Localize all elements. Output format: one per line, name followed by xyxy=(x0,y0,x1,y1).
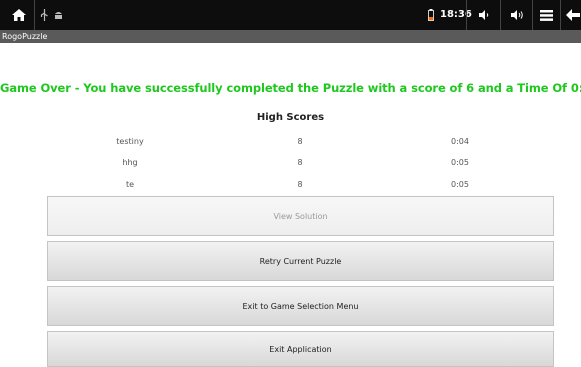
table-row: te 8 0:05 xyxy=(0,180,581,194)
player-time: 0:05 xyxy=(451,158,469,167)
usb-icon xyxy=(38,0,50,30)
player-score: 8 xyxy=(297,137,303,146)
player-score: 8 xyxy=(297,158,303,167)
status-bar: 18:36 xyxy=(0,0,581,30)
game-over-message: Game Over - You have successfully comple… xyxy=(0,81,581,95)
player-name: hhg xyxy=(122,158,138,167)
back-icon[interactable] xyxy=(564,0,581,30)
high-scores-title: High Scores xyxy=(256,112,325,123)
app-title-bar: RogoPuzzle xyxy=(0,30,581,43)
exit-to-menu-button[interactable]: Exit to Game Selection Menu xyxy=(47,286,554,326)
player-name: testiny xyxy=(116,137,144,146)
table-row: hhg 8 0:05 xyxy=(0,158,581,172)
player-name: te xyxy=(125,180,135,189)
android-debug-icon xyxy=(52,0,64,30)
exit-application-button[interactable]: Exit Application xyxy=(47,331,554,367)
volume-down-icon[interactable] xyxy=(472,0,496,30)
battery-low-icon xyxy=(426,0,436,30)
app-title: RogoPuzzle xyxy=(2,32,48,41)
home-icon[interactable] xyxy=(8,0,30,30)
player-time: 0:04 xyxy=(451,137,469,146)
retry-puzzle-button[interactable]: Retry Current Puzzle xyxy=(47,241,554,281)
menu-icon[interactable] xyxy=(536,0,556,30)
view-solution-button[interactable]: View Solution xyxy=(47,196,554,236)
player-time: 0:05 xyxy=(451,180,469,189)
player-score: 8 xyxy=(297,180,303,189)
volume-up-icon[interactable] xyxy=(504,0,530,30)
table-row: testiny 8 0:04 xyxy=(0,137,581,151)
status-clock: 18:36 xyxy=(440,9,472,20)
